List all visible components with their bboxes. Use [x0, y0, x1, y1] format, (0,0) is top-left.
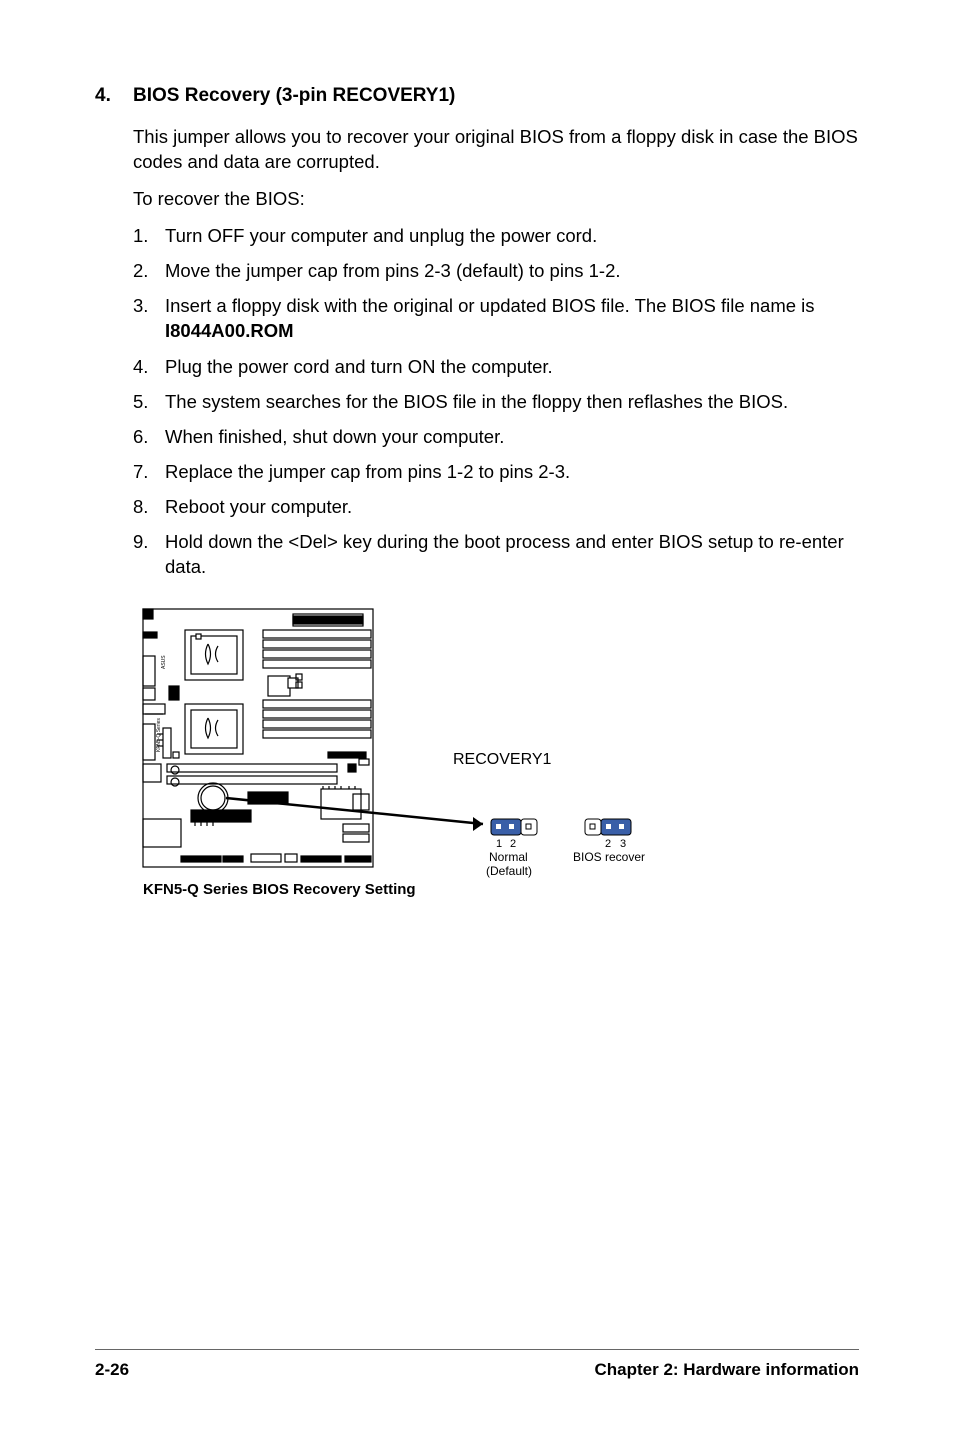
- step-3: 3. Insert a floppy disk with the origina…: [95, 294, 859, 344]
- connector-label: RECOVERY1: [453, 751, 552, 768]
- diagram-caption: KFN5-Q Series BIOS Recovery Setting: [143, 881, 416, 898]
- step-text: Plug the power cord and turn ON the comp…: [165, 355, 859, 380]
- step-text: Hold down the <Del> key during the boot …: [165, 530, 859, 580]
- svg-text:3: 3: [620, 838, 626, 850]
- svg-text:2: 2: [510, 838, 516, 850]
- chapter-title: Chapter 2: Hardware information: [595, 1360, 860, 1380]
- step-text: Reboot your computer.: [165, 495, 859, 520]
- step-number: 7.: [133, 460, 165, 485]
- step-number: 9.: [133, 530, 165, 580]
- page-content: 4. BIOS Recovery (3-pin RECOVERY1) This …: [95, 85, 859, 914]
- step-7: 7. Replace the jumper cap from pins 1-2 …: [133, 460, 859, 485]
- step-5: 5. The system searches for the BIOS file…: [133, 390, 859, 415]
- svg-text:2: 2: [605, 838, 611, 850]
- step-text: Turn OFF your computer and unplug the po…: [165, 224, 859, 249]
- step-text: Replace the jumper cap from pins 1-2 to …: [165, 460, 859, 485]
- step-text: The system searches for the BIOS file in…: [165, 390, 859, 415]
- step-number: 4.: [133, 355, 165, 380]
- section-title: BIOS Recovery (3-pin RECOVERY1): [133, 85, 455, 107]
- step-4: 4. Plug the power cord and turn ON the c…: [133, 355, 859, 380]
- step-number: 6.: [133, 425, 165, 450]
- diagram-container: ASUS KFN5-Q Series RECOVERY1 1 2 Normal …: [133, 604, 693, 914]
- svg-text:BIOS recover: BIOS recover: [573, 850, 645, 864]
- page-number: 2-26: [95, 1360, 129, 1380]
- step-number: 1.: [133, 224, 165, 249]
- step-number: 5.: [133, 390, 165, 415]
- step-8: 8. Reboot your computer.: [133, 495, 859, 520]
- svg-text:Normal: Normal: [489, 850, 528, 864]
- step-2: 2. Move the jumper cap from pins 2-3 (de…: [133, 259, 859, 284]
- asus-label: ASUS: [161, 654, 167, 668]
- step-6: 6. When finished, shut down your compute…: [133, 425, 859, 450]
- board-model-label: KFN5-Q Series: [156, 717, 162, 751]
- main-text: This jumper allows you to recover your o…: [133, 125, 859, 580]
- svg-text:(Default): (Default): [486, 864, 532, 878]
- svg-text:1: 1: [496, 838, 502, 850]
- step-1: 1. Turn OFF your computer and unplug the…: [133, 224, 859, 249]
- page-footer: 2-26 Chapter 2: Hardware information: [95, 1349, 859, 1380]
- section-number: 4.: [95, 85, 133, 107]
- motherboard-diagram-svg: ASUS KFN5-Q Series RECOVERY1 1 2 Normal …: [133, 604, 693, 914]
- subhead: To recover the BIOS:: [133, 187, 859, 212]
- step-number: 8.: [133, 495, 165, 520]
- step-text: When finished, shut down your computer.: [165, 425, 859, 450]
- step-text: Insert a floppy disk with the original o…: [165, 294, 859, 344]
- step-number: 2.: [133, 259, 165, 284]
- step-text-prefix: Insert a floppy disk with the original o…: [165, 295, 815, 316]
- intro-paragraph: This jumper allows you to recover your o…: [133, 125, 859, 175]
- step-9: 9. Hold down the <Del> key during the bo…: [133, 530, 859, 580]
- step-text: Move the jumper cap from pins 2-3 (defau…: [165, 259, 859, 284]
- section-header: 4. BIOS Recovery (3-pin RECOVERY1): [95, 85, 859, 107]
